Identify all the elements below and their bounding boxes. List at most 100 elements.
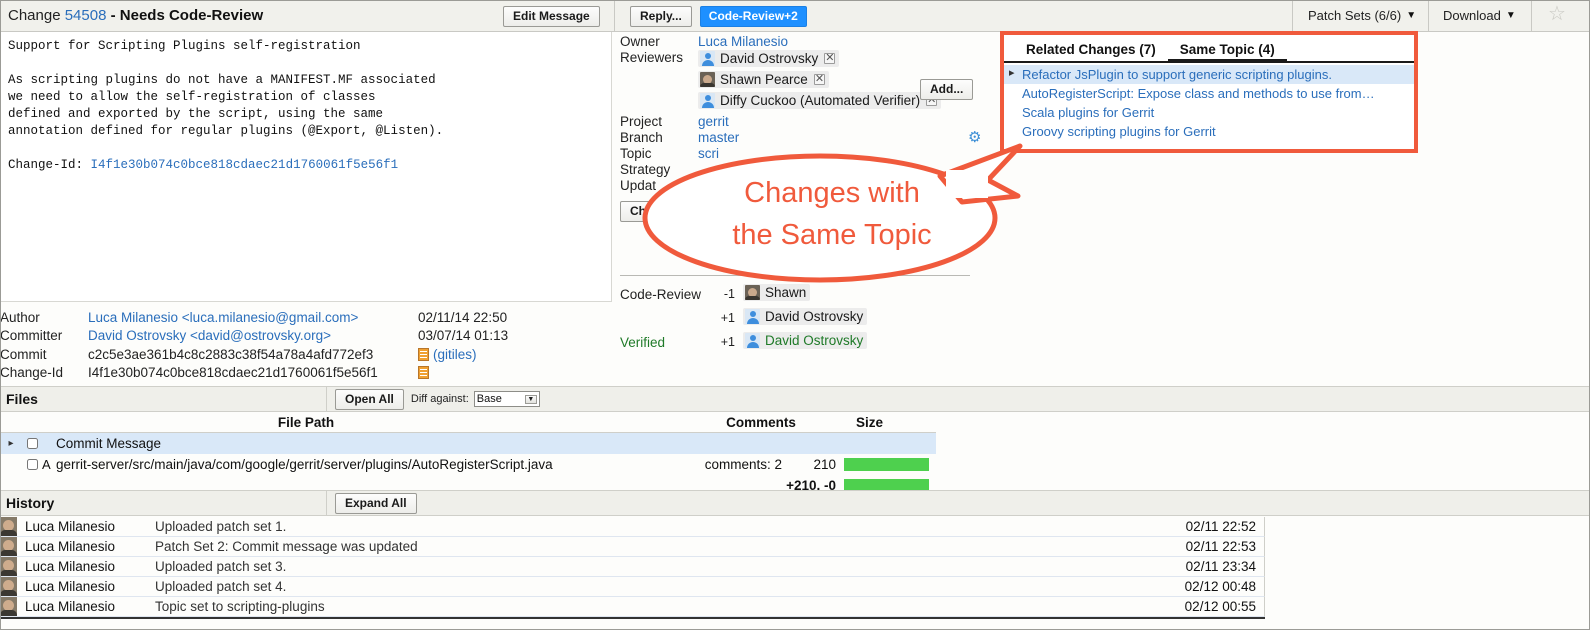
- table-row[interactable]: A gerrit-server/src/main/java/com/google…: [0, 454, 936, 475]
- annotation-line-2: the Same Topic: [672, 214, 992, 256]
- meta-row-commit: Commit c2c5e3ae361b4c8c2883c38f54a78a4af…: [0, 346, 612, 364]
- remove-reviewer-icon[interactable]: ✕: [814, 74, 825, 85]
- row-checkbox-wrap[interactable]: [22, 438, 42, 449]
- files-section-header: Files Open All Diff against: Base ▼: [0, 386, 1590, 412]
- vote-row-verified: Verified +1 David Ostrovsky: [620, 330, 1000, 354]
- reply-button[interactable]: Reply...: [630, 6, 692, 27]
- vote-score: +1: [715, 335, 743, 349]
- table-row[interactable]: Luca Milanesio Uploaded patch set 3. 02/…: [0, 557, 1265, 577]
- table-row[interactable]: Luca Milanesio Patch Set 2: Commit messa…: [0, 537, 1265, 557]
- expand-all-button[interactable]: Expand All: [335, 493, 417, 514]
- avatar: [0, 597, 17, 616]
- file-path-link[interactable]: gerrit-server/src/main/java/com/google/g…: [56, 457, 642, 472]
- commit-body: As scripting plugins do not have a MANIF…: [8, 73, 443, 138]
- table-row[interactable]: ▸ Commit Message: [0, 433, 936, 454]
- meta-row-author: Author Luca Milanesio <luca.milanesio@gm…: [0, 310, 612, 328]
- voter-chip: Shawn: [743, 284, 810, 301]
- change-number-link[interactable]: 54508: [65, 7, 107, 24]
- table-row[interactable]: Luca Milanesio Uploaded patch set 1. 02/…: [0, 517, 1265, 537]
- project-value[interactable]: gerrit: [698, 114, 729, 129]
- title-dash: -: [111, 7, 116, 24]
- owner-value[interactable]: Luca Milanesio: [698, 34, 788, 49]
- avatar: [745, 333, 760, 348]
- code-review-vote-button[interactable]: Code-Review+2: [700, 6, 807, 27]
- row-checkbox-wrap[interactable]: [22, 459, 42, 470]
- table-row[interactable]: Luca Milanesio Topic set to scripting-pl…: [0, 597, 1265, 617]
- expand-icon[interactable]: ▸: [0, 438, 22, 449]
- branch-value[interactable]: master: [698, 130, 739, 145]
- column-header-comments: Comments: [686, 415, 836, 430]
- voter-name: David Ostrovsky: [765, 309, 863, 324]
- related-changes-panel: Related Changes (7) Same Topic (4) Refac…: [1000, 31, 1418, 153]
- meta-label: Commit: [0, 347, 88, 362]
- edit-message-button-wrap: Edit Message: [503, 6, 600, 27]
- toolbar-divider-3: [1428, 0, 1429, 32]
- file-path-link[interactable]: Commit Message: [56, 436, 642, 451]
- list-item[interactable]: Refactor JsPlugin to support generic scr…: [1004, 65, 1414, 84]
- avatar: [745, 285, 760, 300]
- meta-label: Author: [0, 310, 88, 325]
- diff-against-select[interactable]: Base ▼: [474, 391, 540, 407]
- list-item[interactable]: Scala plugins for Gerrit: [1004, 103, 1414, 122]
- commit-message-panel: Support for Scripting Plugins self-regis…: [0, 32, 612, 302]
- reviewer-chip[interactable]: Diffy Cuckoo (Automated Verifier)✕: [698, 92, 941, 113]
- column-header-file-path: File Path: [56, 415, 686, 430]
- reviewers-list: David Ostrovsky✕ Shawn Pearce✕ Diffy Cuc…: [698, 50, 941, 113]
- same-topic-list: Refactor JsPlugin to support generic scr…: [1004, 63, 1414, 141]
- section-divider: [326, 490, 327, 516]
- history-author: Luca Milanesio: [25, 539, 155, 554]
- avatar: [700, 72, 715, 87]
- tab-same-topic[interactable]: Same Topic (4): [1168, 38, 1287, 61]
- reviewer-chip[interactable]: Shawn Pearce✕: [698, 71, 941, 92]
- topic-row: Topic scri: [620, 146, 1000, 161]
- star-button[interactable]: ☆: [1548, 4, 1566, 25]
- meta-value[interactable]: Luca Milanesio <luca.milanesio@gmail.com…: [88, 310, 418, 325]
- gerrit-change-screen: Change 54508 - Needs Code-Review Edit Me…: [0, 0, 1590, 630]
- list-item[interactable]: Groovy scripting plugins for Gerrit: [1004, 122, 1414, 141]
- size-bar-cell: [844, 458, 936, 471]
- meta-value[interactable]: David Ostrovsky <david@ostrovsky.org>: [88, 328, 418, 343]
- voter-name: David Ostrovsky: [765, 333, 863, 348]
- row-checkbox[interactable]: [27, 459, 38, 470]
- history-author: Luca Milanesio: [25, 519, 155, 534]
- avatar: [700, 51, 715, 66]
- gear-icon[interactable]: ⚙: [968, 128, 981, 146]
- gitiles-link-wrap[interactable]: (gitiles): [418, 346, 477, 362]
- topic-value[interactable]: scri: [698, 146, 719, 161]
- divider: [620, 275, 970, 276]
- approvals-panel: Code-Review -1 Shawn +1 David Ostrovsky …: [620, 275, 1000, 354]
- table-row[interactable]: Luca Milanesio Uploaded patch set 4. 02/…: [0, 577, 1265, 597]
- download-dropdown[interactable]: Download ▼: [1443, 8, 1516, 23]
- change-id-value[interactable]: I4f1e30b074c0bce818cdaec21d1760061f5e56f…: [91, 158, 399, 172]
- history-message: Patch Set 2: Commit message was updated: [155, 539, 1134, 554]
- chevron-down-icon: ▼: [1506, 10, 1516, 21]
- annotation-line-1: Changes with: [672, 172, 992, 214]
- diff-against-value: Base: [477, 393, 525, 405]
- history-date: 02/12 00:55: [1134, 599, 1264, 614]
- list-item[interactable]: AutoRegisterScript: Expose class and met…: [1004, 84, 1414, 103]
- size-bar: [844, 458, 929, 471]
- branch-label: Branch: [620, 130, 698, 145]
- toolbar-divider-4: [1531, 0, 1532, 32]
- meta-date: 03/07/14 01:13: [418, 328, 508, 343]
- copy-icon-wrap[interactable]: [418, 364, 433, 380]
- tab-related-changes[interactable]: Related Changes (7): [1014, 38, 1168, 61]
- add-reviewer-button[interactable]: Add...: [920, 79, 973, 100]
- remove-reviewer-icon[interactable]: ✕: [824, 53, 835, 64]
- patch-sets-dropdown[interactable]: Patch Sets (6/6) ▼: [1308, 8, 1416, 23]
- edit-message-button[interactable]: Edit Message: [503, 6, 600, 27]
- gitiles-link[interactable]: (gitiles): [433, 347, 477, 362]
- open-all-button[interactable]: Open All: [335, 389, 404, 410]
- files-controls: Open All Diff against: Base ▼: [335, 389, 540, 410]
- history-date: 02/11 22:53: [1134, 539, 1264, 554]
- commit-subject: Support for Scripting Plugins self-regis…: [8, 39, 361, 53]
- files-title: Files: [6, 391, 326, 407]
- row-checkbox[interactable]: [27, 438, 38, 449]
- reviewer-chip[interactable]: David Ostrovsky✕: [698, 50, 941, 71]
- reviewers-label: Reviewers: [620, 50, 698, 65]
- meta-label: Change-Id: [0, 365, 88, 380]
- vote-score: +1: [715, 311, 743, 325]
- checkout-button[interactable]: Che: [620, 201, 663, 222]
- toolbar-divider-1: [614, 0, 615, 32]
- meta-label: Committer: [0, 328, 88, 343]
